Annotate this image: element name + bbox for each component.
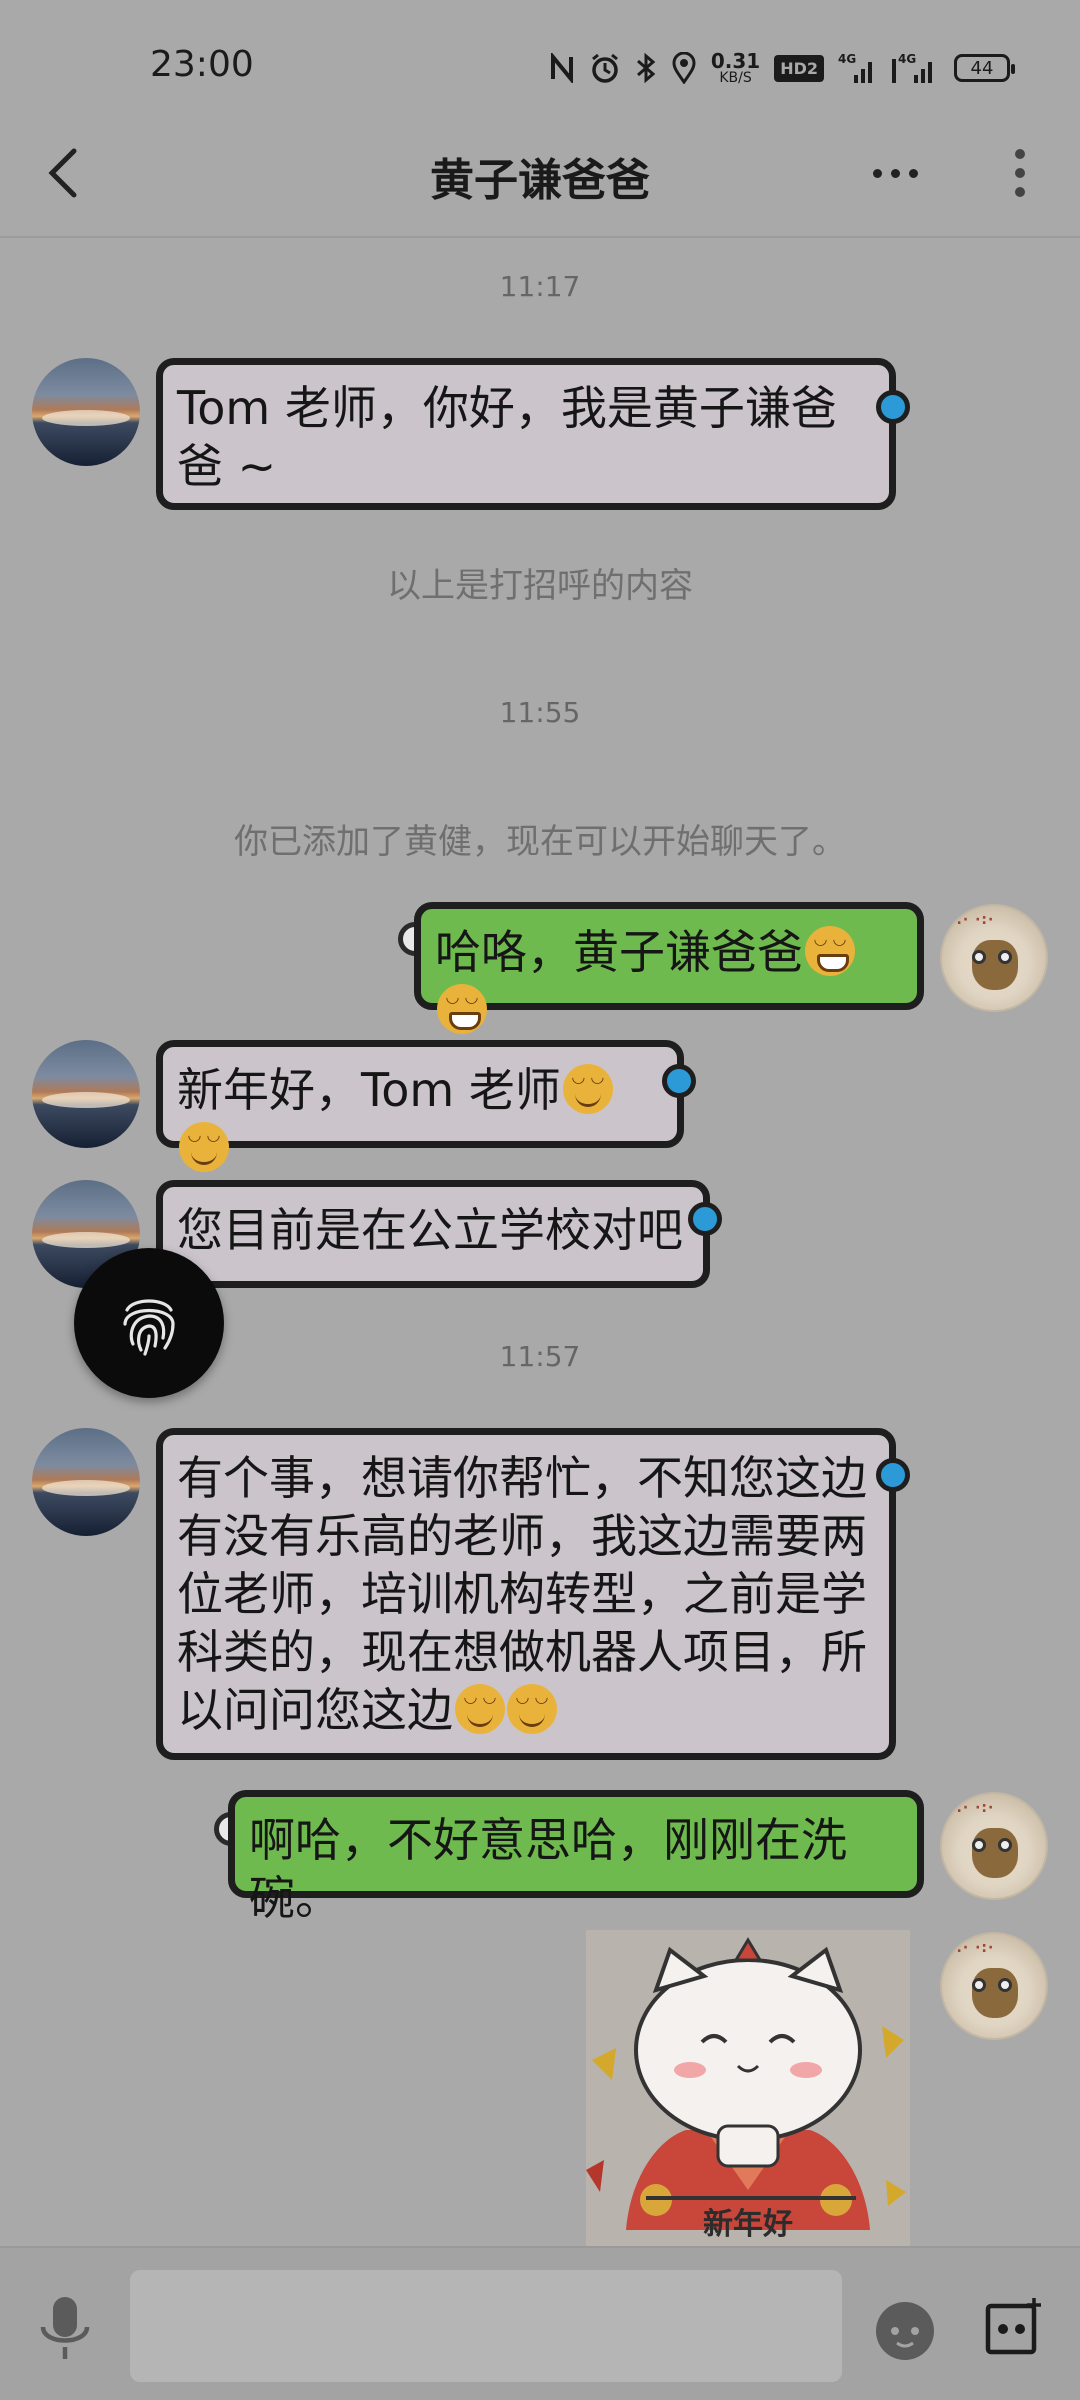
message-text: 新年好，Tom 老师 [177,1063,561,1117]
system-notice: 你已添加了黄健，现在可以开始聊天了。 [234,822,846,862]
voice-button[interactable] [30,2288,100,2368]
contact-avatar[interactable] [32,1428,140,1536]
avatar-eye [998,1978,1012,1992]
contact-avatar[interactable] [32,358,140,466]
avatar-scribble: ·:· ·:· [950,1940,995,1956]
signal-icon-2: 4G [892,46,940,90]
bluetooth-icon [635,46,657,90]
svg-text:4G: 4G [838,52,856,66]
hd-badge: HD2 [774,54,824,82]
smile-emoji-icon [179,1122,229,1172]
chat-messages[interactable]: 11:17 Tom 老师，你好，我是黄子谦爸爸 ~ 以上是打招呼的内容 11:5… [0,240,1080,2246]
avatar-eye [972,950,986,964]
avatar-scribble: ·:· ·:· [950,912,995,928]
my-avatar[interactable]: ·:· ·:· [940,1932,1048,2040]
message-bubble-outgoing[interactable]: 啊哈，不好意思哈，刚刚在洗碗。 [228,1790,924,1925]
sticker-new-year-cat[interactable]: 新年好 [586,1930,910,2246]
avatar-face [972,940,1018,990]
message-bubble-incoming[interactable]: 您目前是在公立学校对吧 [156,1180,710,1288]
message-text: 您目前是在公立学校对吧 [177,1203,683,1257]
grin-emoji-icon [805,926,855,976]
more-dots-icon[interactable] [860,138,930,208]
my-avatar[interactable]: ·:· ·:· [940,904,1048,1012]
net-speed-unit: KB/S [719,70,752,86]
avatar-eye [998,950,1012,964]
lucky-cat-sticker: 新年好 [586,1937,906,2242]
unread-dot-icon [876,1458,910,1492]
system-notice: 以上是打招呼的内容 [387,566,693,606]
timestamp: 11:55 [499,696,581,729]
avatar-face [972,1828,1018,1878]
message-bubble-incoming[interactable]: 有个事，想请你帮忙，不知您这边有没有乐高的老师，我这边需要两位老师，培训机构转型… [156,1428,896,1760]
smile-emoji-icon [455,1684,505,1734]
nfc-icon [549,46,575,90]
unread-dot-icon [662,1064,696,1098]
location-icon [671,46,697,90]
message-text: 哈咯，黄子谦爸爸 [435,925,803,979]
avatar-eye [972,1838,986,1852]
chat-header: 黄子谦爸爸 [0,108,1080,238]
message-bubble-incoming[interactable]: Tom 老师，你好，我是黄子谦爸爸 ~ [156,358,896,510]
voice-icon [40,2297,90,2359]
message-bubble-incoming[interactable]: 新年好，Tom 老师 [156,1040,684,1172]
status-icons: 0.31 KB/S HD2 4G 4G 44 [549,46,1015,90]
plus-icon [985,2298,1041,2355]
fingerprint-button[interactable] [74,1248,224,1398]
emoji-icon [876,2302,934,2360]
net-speed: 0.31 KB/S [711,51,760,85]
smile-emoji-icon [507,1684,557,1734]
kebab-menu-icon[interactable] [990,138,1050,208]
unread-dot-icon [876,390,910,424]
status-time: 23:00 [150,44,254,85]
plus-button[interactable] [982,2294,1048,2360]
my-avatar[interactable]: ·:· ·:· [940,1792,1048,1900]
alarm-icon [589,46,621,90]
message-text: 啊哈，不好意思哈，刚刚在洗碗。 [249,1813,847,1925]
smile-emoji-icon [562,1064,613,1114]
svg-text:4G: 4G [898,52,916,66]
input-bar [0,2246,1080,2400]
status-bar: 23:00 0.31 KB/S HD2 4G 4G 44 [0,0,1080,108]
message-input[interactable] [130,2270,842,2382]
contact-avatar[interactable] [32,1040,140,1148]
emoji-button[interactable] [872,2296,938,2362]
avatar-scribble: ·:· ·:· [950,1800,995,1816]
sticker-caption: 新年好 [703,2207,793,2242]
fingerprint-icon [123,1299,175,1356]
message-text: Tom 老师，你好，我是黄子谦爸爸 ~ [177,381,837,493]
net-speed-value: 0.31 [710,49,761,73]
timestamp: 11:17 [499,270,581,303]
unread-dot-icon [688,1202,722,1236]
avatar-eye [998,1838,1012,1852]
message-bubble-outgoing[interactable]: 哈咯，黄子谦爸爸 [414,902,924,1034]
avatar-eye [972,1978,986,1992]
battery-icon: 44 [954,54,1015,82]
avatar-face [972,1968,1018,2018]
signal-icon: 4G [838,46,878,90]
grin-emoji-icon [437,984,487,1034]
